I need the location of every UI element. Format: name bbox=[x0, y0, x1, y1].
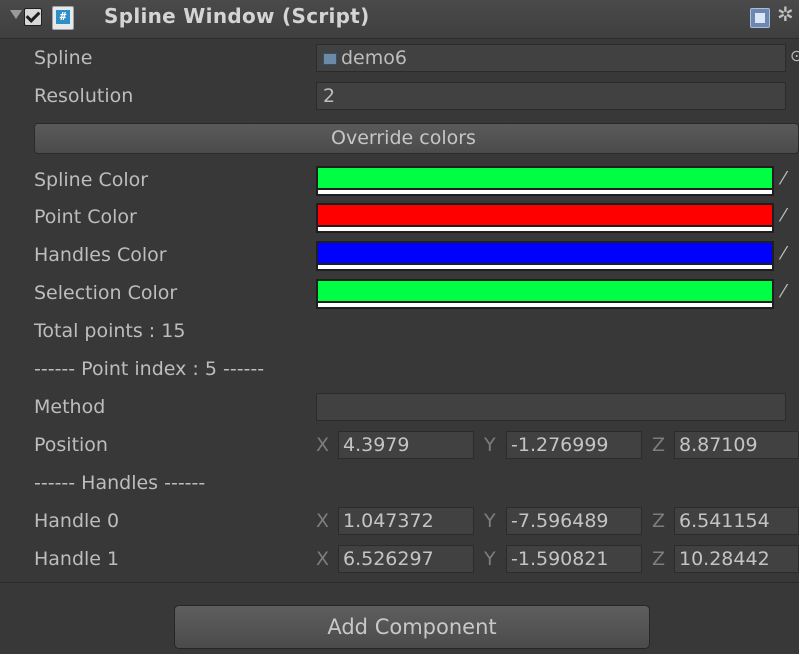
handles-color-row: Handles Color ⁄ bbox=[0, 237, 799, 275]
spline-color-field[interactable] bbox=[316, 166, 774, 196]
point-color-row: Point Color ⁄ bbox=[0, 199, 799, 237]
position-z-input[interactable]: 8.87109 bbox=[674, 431, 799, 459]
handle-0-x-input[interactable]: 1.047372 bbox=[338, 507, 474, 535]
eyedropper-icon[interactable]: ⁄ bbox=[782, 243, 785, 264]
method-label: Method bbox=[34, 396, 106, 418]
spline-color-row: Spline Color ⁄ bbox=[0, 162, 799, 200]
handles-header-text: ------ Handles ------ bbox=[34, 472, 206, 494]
handles-header-row: ------ Handles ------ bbox=[0, 465, 799, 503]
selection-color-label: Selection Color bbox=[34, 282, 178, 304]
spline-object-field[interactable]: demo6 bbox=[316, 44, 786, 72]
divider bbox=[0, 582, 799, 583]
gear-icon[interactable]: ✲ bbox=[777, 2, 794, 26]
selection-color-field[interactable] bbox=[316, 279, 774, 309]
axis-x-label[interactable]: X bbox=[316, 510, 329, 532]
handle-0-z-input[interactable]: 6.541154 bbox=[674, 507, 799, 535]
spline-value: demo6 bbox=[341, 47, 407, 69]
alpha-bar bbox=[318, 303, 772, 307]
enabled-checkbox[interactable] bbox=[24, 8, 42, 26]
alpha-bar bbox=[318, 265, 772, 269]
handle-0-row: Handle 0 X 1.047372 Y -7.596489 Z 6.5411… bbox=[0, 503, 799, 541]
axis-z-label[interactable]: Z bbox=[652, 434, 665, 456]
spline-label: Spline bbox=[34, 47, 93, 69]
handles-color-swatch bbox=[318, 243, 772, 263]
handle-0-y-input[interactable]: -7.596489 bbox=[506, 507, 642, 535]
position-row: Position X 4.3979 Y -1.276999 Z 8.87109 bbox=[0, 427, 799, 465]
point-color-label: Point Color bbox=[34, 206, 137, 228]
point-color-field[interactable] bbox=[316, 203, 774, 233]
total-points-text: Total points : 15 bbox=[34, 320, 186, 342]
selection-color-swatch bbox=[318, 281, 772, 301]
object-icon bbox=[323, 52, 337, 65]
override-colors-button[interactable]: Override colors bbox=[34, 123, 799, 154]
resolution-label: Resolution bbox=[34, 85, 134, 107]
position-y-input[interactable]: -1.276999 bbox=[506, 431, 642, 459]
axis-y-label[interactable]: Y bbox=[484, 548, 496, 570]
handle-1-label: Handle 1 bbox=[34, 548, 120, 570]
help-icon[interactable] bbox=[750, 8, 770, 28]
handle-1-x-input[interactable]: 6.526297 bbox=[338, 545, 474, 573]
axis-x-label[interactable]: X bbox=[316, 434, 329, 456]
handle-1-row: Handle 1 X 6.526297 Y -1.590821 Z 10.284… bbox=[0, 541, 799, 579]
alpha-bar bbox=[318, 227, 772, 231]
override-colors-label: Override colors bbox=[331, 127, 476, 149]
position-x-input[interactable]: 4.3979 bbox=[338, 431, 474, 459]
handle-0-label: Handle 0 bbox=[34, 510, 120, 532]
spline-color-swatch bbox=[318, 168, 772, 188]
eyedropper-icon[interactable]: ⁄ bbox=[782, 281, 785, 302]
method-row: Method bbox=[0, 389, 799, 427]
foldout-arrow-icon[interactable] bbox=[10, 10, 22, 19]
alpha-bar bbox=[318, 190, 772, 194]
spline-row: Spline demo6 ⊙ bbox=[0, 40, 799, 78]
selection-color-row: Selection Color ⁄ bbox=[0, 275, 799, 313]
add-component-button[interactable]: Add Component bbox=[174, 605, 650, 649]
component-header: # Spline Window (Script) ✲ bbox=[0, 0, 799, 39]
point-index-text: ------ Point index : 5 ------ bbox=[34, 358, 265, 380]
object-picker-icon[interactable]: ⊙ bbox=[790, 46, 799, 65]
point-color-swatch bbox=[318, 205, 772, 225]
axis-x-label[interactable]: X bbox=[316, 548, 329, 570]
point-index-row: ------ Point index : 5 ------ bbox=[0, 351, 799, 389]
resolution-row: Resolution 2 bbox=[0, 78, 799, 116]
axis-z-label[interactable]: Z bbox=[652, 548, 665, 570]
axis-y-label[interactable]: Y bbox=[484, 434, 496, 456]
resolution-input[interactable]: 2 bbox=[316, 82, 786, 110]
component-title: Spline Window (Script) bbox=[104, 4, 370, 28]
axis-y-label[interactable]: Y bbox=[484, 510, 496, 532]
eyedropper-icon[interactable]: ⁄ bbox=[782, 168, 785, 189]
script-icon: # bbox=[52, 6, 74, 30]
handles-color-field[interactable] bbox=[316, 241, 774, 271]
spline-color-label: Spline Color bbox=[34, 169, 149, 191]
position-label: Position bbox=[34, 434, 108, 456]
handle-1-z-input[interactable]: 10.28442 bbox=[674, 545, 799, 573]
eyedropper-icon[interactable]: ⁄ bbox=[782, 205, 785, 226]
handle-1-y-input[interactable]: -1.590821 bbox=[506, 545, 642, 573]
method-input[interactable] bbox=[316, 393, 786, 421]
handles-color-label: Handles Color bbox=[34, 244, 167, 266]
total-points-row: Total points : 15 bbox=[0, 313, 799, 351]
axis-z-label[interactable]: Z bbox=[652, 510, 665, 532]
